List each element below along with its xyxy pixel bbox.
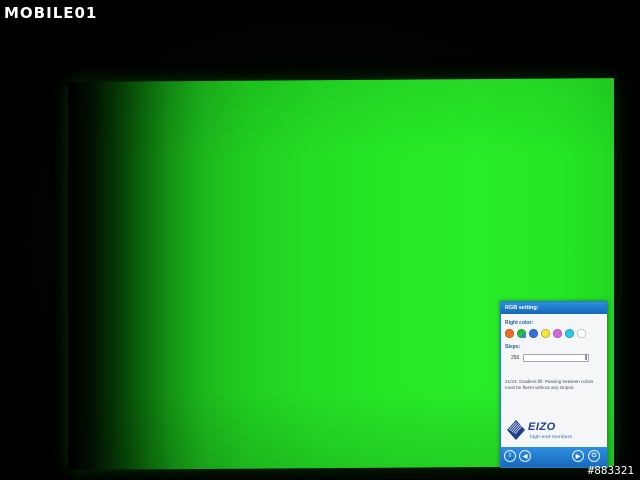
- info-icon[interactable]: i: [504, 450, 516, 462]
- brand-tagline: high-end-monitors: [530, 435, 573, 440]
- steps-value: 256: [511, 355, 520, 361]
- right-color-label: Right color:: [505, 320, 534, 326]
- test-description: 21/24: Gradient fill: Passing between co…: [505, 379, 594, 390]
- watermark-post-id: #883321: [587, 464, 634, 477]
- swatch-blue[interactable]: [529, 329, 538, 338]
- power-icon[interactable]: ⏻: [588, 450, 600, 462]
- swatch-green[interactable]: [517, 329, 526, 338]
- rgb-setting-panel: RGB setting: Right color: Steps: 256 21/…: [500, 301, 608, 468]
- steps-label: Steps:: [505, 344, 521, 350]
- eizo-logo-icon: [507, 420, 525, 440]
- watermark-logo: MOBILE01: [4, 2, 97, 24]
- eizo-brand: EIZO high-end-monitors: [504, 417, 604, 445]
- steps-slider[interactable]: [523, 354, 590, 362]
- arrow-left-icon[interactable]: ◀: [519, 450, 531, 462]
- swatch-yellow[interactable]: [541, 329, 550, 338]
- arrow-right-icon[interactable]: ▶: [572, 450, 584, 462]
- swatch-cyan[interactable]: [565, 329, 574, 338]
- panel-header: RGB setting:: [501, 302, 607, 314]
- steps-row: 256: [511, 354, 607, 362]
- swatch-magenta[interactable]: [553, 329, 562, 338]
- panel-title: RGB setting:: [505, 305, 539, 311]
- swatch-orange[interactable]: [505, 329, 514, 338]
- color-swatches: [505, 329, 607, 338]
- photo-background: MOBILE01 RGB setting: Right color: Steps…: [0, 0, 640, 480]
- watermark-brand: MOBILE01: [4, 4, 98, 22]
- brand-name: EIZO: [528, 421, 556, 433]
- swatch-white[interactable]: [577, 329, 586, 338]
